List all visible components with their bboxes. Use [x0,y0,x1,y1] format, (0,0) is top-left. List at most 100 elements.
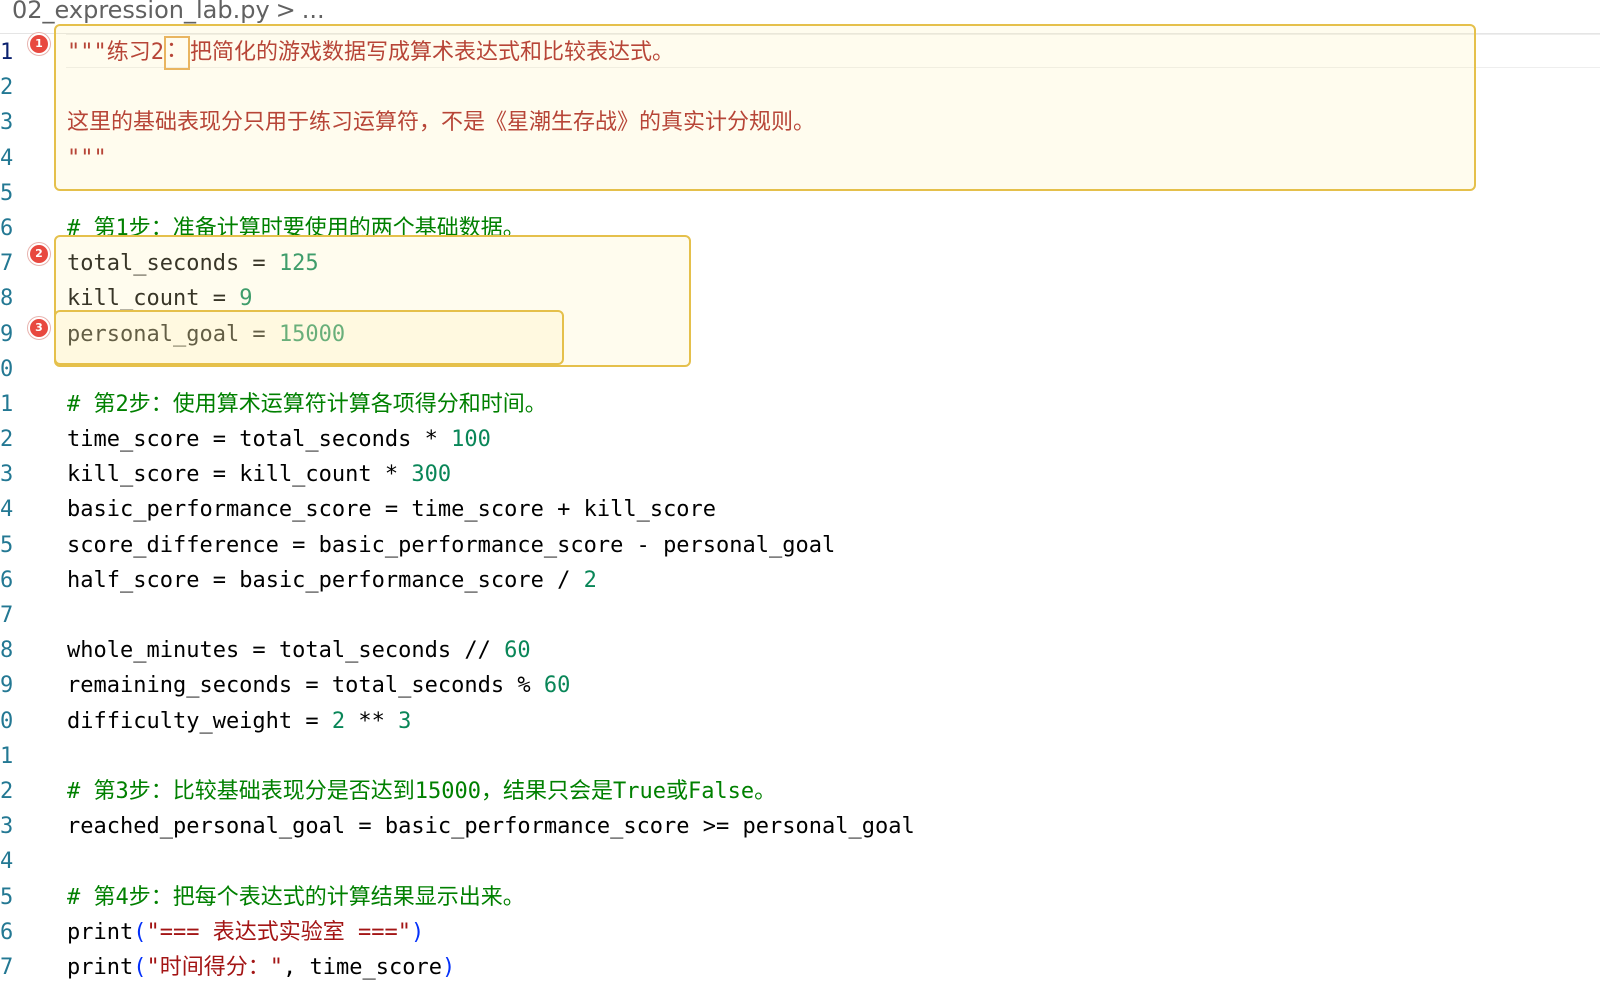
code-text: score_difference = basic_performance_sco… [67,528,835,563]
code-token: total_seconds [67,251,240,277]
code-token: = [199,427,240,453]
code-text: time_score = total_seconds * 100 [67,422,491,457]
code-line[interactable]: 1 [0,739,1600,774]
code-token: # 第2步：使用算术运算符计算各项得分和时间。 [67,391,547,417]
code-line[interactable]: 5 [0,176,1600,211]
line-number: 3 [0,110,14,136]
marker-badge-3: 3 [28,317,50,339]
code-text: kill_count = 9 [67,281,252,316]
code-token: % [504,673,544,699]
code-line[interactable]: 9 personal_goal = 15000 [0,317,1600,352]
code-line[interactable]: 1 """练习2：把简化的游戏数据写成算术表达式和比较表达式。 [0,35,1600,70]
code-line[interactable]: 6 half_score = basic_performance_score / … [0,563,1600,598]
code-token: # 第1步：准备计算时要使用的两个基础数据。 [67,215,525,241]
code-token: 60 [504,638,531,664]
breadcrumb: 02_expression_lab.py >... [12,0,325,27]
line-number: 7 [0,251,14,277]
code-token: remaining_seconds [67,673,293,699]
code-line[interactable]: 2 time_score = total_seconds * 100 [0,422,1600,457]
code-line[interactable]: 9 remaining_seconds = total_seconds % 60 [0,668,1600,703]
line-number: 9 [0,673,14,699]
code-token: = [239,321,279,347]
code-token: = [292,673,332,699]
line-number: 8 [0,638,14,664]
code-token: time_score [411,497,544,523]
code-text: total_seconds = 125 [67,246,319,281]
code-text: # 第3步：比较基础表现分是否达到15000，结果只会是True或False。 [67,774,776,809]
code-line[interactable]: 0 difficulty_weight = 2 ** 3 [0,704,1600,739]
code-token: kill_count [67,286,200,312]
code-token: time_score [67,427,200,453]
code-line[interactable]: 2 # 第3步：比较基础表现分是否达到15000，结果只会是True或False。 [0,774,1600,809]
code-text: half_score = basic_performance_score / 2 [67,563,597,598]
code-token: # 第3步：比较基础表现分是否达到15000，结果只会是True或False。 [67,778,777,804]
code-line[interactable]: 4 [0,844,1600,879]
code-token: 100 [451,427,491,453]
code-line[interactable]: 7 total_seconds = 125 [0,246,1600,281]
code-token: 15000 [278,321,346,347]
code-token: >= [689,814,743,840]
code-token: personal_goal [663,532,836,558]
code-line[interactable]: 3 这里的基础表现分只用于练习运算符，不是《星潮生存战》的真实计分规则。 [0,105,1600,140]
code-token: total_seconds [278,638,452,664]
code-token: difficulty_weight [67,708,293,734]
code-line[interactable]: 8 whole_minutes = total_seconds // 60 [0,633,1600,668]
code-token: 60 [543,673,571,699]
line-number: 6 [0,919,14,945]
code-token: print [67,919,134,945]
code-editor[interactable]: 1 """练习2：把简化的游戏数据写成算术表达式和比较表达式。 2 3 这里的基础表现分… [0,35,1600,985]
code-text: """练习2：把简化的游戏数据写成算术表达式和比较表达式。 [67,35,674,70]
chevron-right-icon: > [275,0,296,24]
code-line[interactable]: 6 # 第1步：准备计算时要使用的两个基础数据。 [0,211,1600,246]
code-token: 2 [331,708,346,734]
code-line[interactable]: 0 [0,352,1600,387]
code-line[interactable]: 5 score_difference = basic_performance_sc… [0,528,1600,563]
code-text: print("时间得分：", time_score) [67,950,455,985]
line-number: 4 [0,145,14,171]
code-text: """ [67,141,107,176]
code-token: basic_performance_score [67,497,372,523]
text-cursor: ： [163,36,190,70]
line-number: 3 [0,814,14,840]
line-number: 9 [0,321,14,347]
line-number: 2 [0,75,14,101]
line-number: 2 [0,427,14,453]
code-token: = [239,638,279,664]
breadcrumb-file[interactable]: 02_expression_lab.py [12,0,270,24]
code-line[interactable]: 7 [0,598,1600,633]
code-token: basic_performance_score [239,567,544,593]
code-token: kill_score [67,462,200,488]
line-number: 5 [0,532,14,558]
code-line[interactable]: 4 basic_performance_score = time_score + … [0,492,1600,527]
line-number: 3 [0,462,14,488]
code-token: 把简化的游戏数据写成算术表达式和比较表达式。 [190,40,675,65]
code-token: ) [441,954,456,980]
code-token: reached_personal_goal [67,814,346,840]
code-token: basic_performance_score [318,532,624,558]
code-token: print [67,954,134,980]
line-number: 6 [0,215,14,241]
code-line[interactable]: 7 print("时间得分：", time_score) [0,950,1600,985]
code-token: ( [133,954,147,980]
code-token: # 第4步：把每个表达式的计算结果显示出来。 [67,884,525,910]
line-number: 0 [0,708,14,734]
code-token: ** [345,708,399,734]
code-line[interactable]: 3 kill_score = kill_count * 300 [0,457,1600,492]
code-line[interactable]: 8 kill_count = 9 [0,281,1600,316]
code-line[interactable]: 1 # 第2步：使用算术运算符计算各项得分和时间。 [0,387,1600,422]
code-token: = [278,532,319,558]
code-token: total_seconds [239,427,412,453]
code-text: 这里的基础表现分只用于练习运算符，不是《星潮生存战》的真实计分规则。 [67,105,815,140]
code-token: = [199,286,240,312]
code-line[interactable]: 5 # 第4步：把每个表达式的计算结果显示出来。 [0,880,1600,915]
code-token: time_score [309,954,442,980]
breadcrumb-more[interactable]: ... [302,0,325,24]
line-number: 7 [0,603,14,628]
code-line[interactable]: 2 [0,70,1600,105]
code-line[interactable]: 6 print("=== 表达式实验室 ===") [0,915,1600,950]
code-token: = [345,814,385,840]
line-number: 8 [0,286,14,312]
code-token: ) [410,919,425,945]
code-line[interactable]: 4 """ [0,141,1600,176]
code-line[interactable]: 3 reached_personal_goal = basic_performan… [0,809,1600,844]
